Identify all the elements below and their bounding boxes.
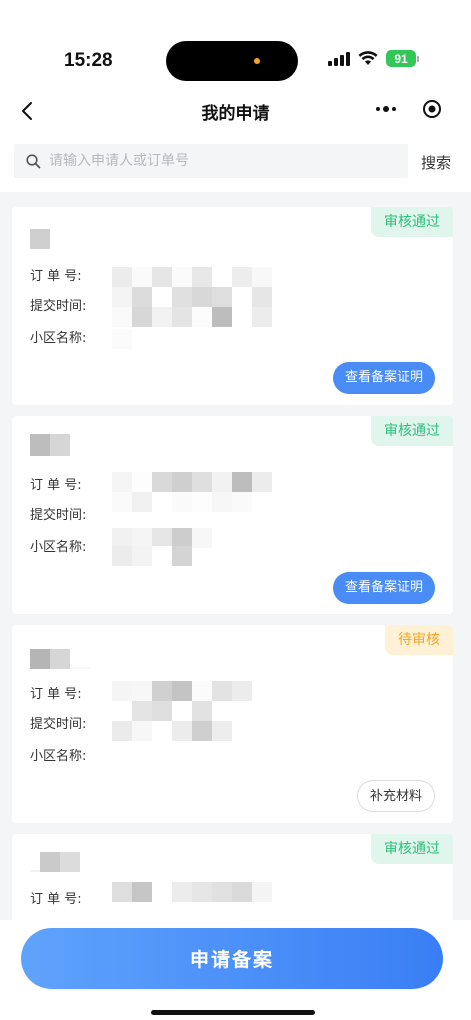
search-input[interactable] <box>49 153 369 169</box>
miniprogram-capsule <box>363 91 457 127</box>
application-card[interactable]: 审核通过 订 单 号: <box>12 834 453 920</box>
close-miniprogram-button[interactable] <box>409 91 455 127</box>
status-badge: 审核通过 <box>371 834 453 864</box>
application-list: 审核通过 订 单 号: 提交时间: 小区名称: 查看备案证明 审核通过 订 单 … <box>0 192 471 920</box>
application-card[interactable]: 待审核 订 单 号: 提交时间: 小区名称: 补充材料 <box>12 625 453 823</box>
application-card[interactable]: 审核通过 订 单 号: 提交时间: 小区名称: 查看备案证明 <box>12 207 453 405</box>
community-label: 小区名称: <box>30 540 87 555</box>
status-badge: 审核通过 <box>371 416 453 446</box>
application-card[interactable]: 审核通过 订 单 号: 提交时间: 小区名称: 查看备案证明 <box>12 416 453 614</box>
applicant-name <box>30 852 80 872</box>
order-number-value <box>112 267 272 287</box>
submit-time-label: 提交时间: <box>30 717 87 732</box>
applicant-name <box>30 649 90 669</box>
order-number-value <box>112 882 272 902</box>
view-filing-certificate-button[interactable]: 查看备案证明 <box>333 572 435 604</box>
order-number-label: 订 单 号: <box>30 687 82 702</box>
status-time: 15:28 <box>64 50 113 71</box>
submit-time-value-line2 <box>112 721 232 741</box>
status-badge: 审核通过 <box>371 207 453 237</box>
applicant-name <box>30 434 70 456</box>
status-icons: 91 <box>328 50 419 67</box>
search-field <box>14 144 408 178</box>
submit-time-value <box>112 701 212 721</box>
recording-dot-icon <box>254 58 260 64</box>
submit-time-value <box>112 287 272 307</box>
order-number-label: 订 单 号: <box>30 269 82 284</box>
community-label: 小区名称: <box>30 331 87 346</box>
wifi-icon <box>358 51 378 65</box>
status-badge: 待审核 <box>385 625 453 655</box>
more-button[interactable] <box>363 91 409 127</box>
bottom-bar: 申请备案 <box>0 920 471 1020</box>
dynamic-island <box>166 41 298 81</box>
target-icon <box>423 100 441 118</box>
order-number-value <box>112 472 272 492</box>
community-value-line2 <box>112 546 192 566</box>
search-icon <box>26 153 41 168</box>
cellular-signal-icon <box>328 51 350 66</box>
view-filing-certificate-button[interactable]: 查看备案证明 <box>333 362 435 394</box>
home-indicator[interactable] <box>151 1010 315 1015</box>
submit-time-label: 提交时间: <box>30 299 87 314</box>
order-number-label: 订 单 号: <box>30 892 82 907</box>
battery-level: 91 <box>386 50 416 67</box>
order-number-label: 订 单 号: <box>30 478 82 493</box>
apply-filing-button[interactable]: 申请备案 <box>21 928 443 989</box>
community-label: 小区名称: <box>30 749 87 764</box>
community-value <box>112 528 212 548</box>
search-bar: 搜索 <box>0 132 471 192</box>
status-bar: 15:28 91 <box>0 0 471 90</box>
supplement-materials-button[interactable]: 补充材料 <box>357 780 435 812</box>
nav-bar: 我的申请 <box>0 90 471 132</box>
community-value <box>112 329 132 349</box>
battery-icon: 91 <box>386 50 419 67</box>
applicant-name <box>30 229 50 249</box>
submit-time-label: 提交时间: <box>30 508 87 523</box>
search-button[interactable]: 搜索 <box>421 152 451 173</box>
submit-time-value-line2 <box>112 307 272 327</box>
submit-time-value <box>112 492 272 512</box>
order-number-value <box>112 681 252 701</box>
